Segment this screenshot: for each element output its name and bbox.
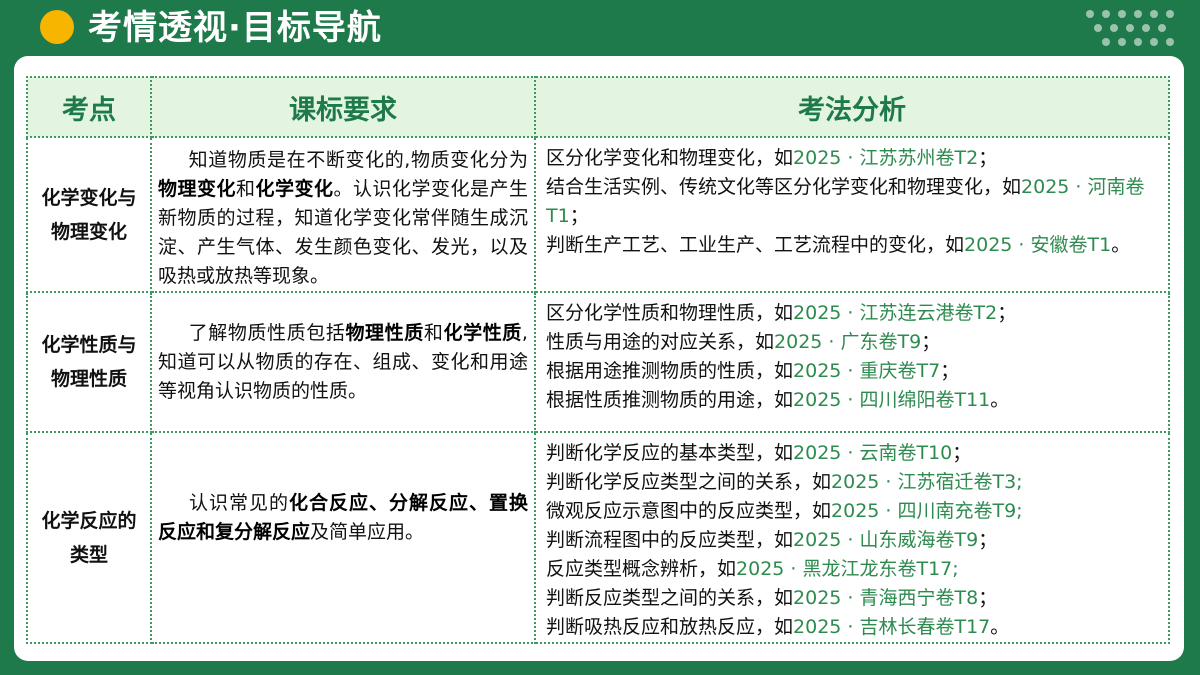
exam-reference: 2025 · 安徽卷T1: [964, 234, 1112, 256]
topic-label: 化学反应的类型: [41, 509, 137, 566]
requirement-keyword: 化学变化: [255, 178, 334, 200]
analysis-item: 判断化学反应的基本类型，如2025 · 云南卷T10；: [546, 442, 972, 464]
requirement-text: 和: [236, 178, 256, 200]
exam-reference: 2025 · 四川绵阳卷T11: [793, 389, 991, 411]
analysis-item: 判断吸热反应和放热反应，如2025 · 吉林长春卷T17。: [546, 616, 1010, 638]
requirement-text: 了解物质性质包括: [188, 322, 346, 344]
analysis-item: 根据用途推测物质的性质，如2025 · 重庆卷T7；: [546, 360, 960, 382]
requirement-cell: 了解物质性质包括物理性质和化学性质,知道可以从物质的存在、组成、变化和用途等视角…: [150, 291, 536, 433]
table-row: 化学变化与物理变化 知道物质是在不断变化的,物质变化分为物理变化和化学变化。认识…: [26, 136, 1170, 293]
column-header-topic: 考点: [26, 76, 152, 138]
exam-reference: 2025 · 广东卷T9: [774, 331, 922, 353]
exam-reference: 2025 · 江苏苏州卷T2: [793, 147, 979, 169]
analysis-item: 反应类型概念辨析，如2025 · 黑龙江龙东卷T17;: [546, 558, 959, 580]
exam-reference: 2025 · 云南卷T10: [793, 442, 953, 464]
exam-reference: 2025 · 江苏宿迁卷T3;: [831, 471, 1023, 493]
exam-reference: 2025 · 黑龙江龙东卷T17;: [736, 558, 959, 580]
exam-reference: 2025 · 江苏连云港卷T2: [793, 302, 998, 324]
column-header-requirement: 课标要求: [150, 76, 536, 138]
dot-grid-decoration-icon: [1086, 10, 1176, 46]
requirement-keyword: 物理性质: [345, 322, 424, 344]
exam-reference: 2025 · 重庆卷T7: [793, 360, 941, 382]
analysis-item: 结合生活实例、传统文化等区分化学变化和物理变化，如2025 · 河南卷T1；: [546, 176, 1145, 227]
requirement-text: 认识常见的: [188, 491, 289, 514]
analysis-item: 性质与用途的对应关系，如2025 · 广东卷T9；: [546, 331, 941, 353]
analysis-cell: 区分化学变化和物理变化，如2025 · 江苏苏州卷T2； 结合生活实例、传统文化…: [534, 136, 1170, 293]
analysis-item: 微观反应示意图中的反应类型，如2025 · 四川南充卷T9;: [546, 500, 1023, 522]
requirement-text: 和: [423, 322, 444, 344]
requirement-cell: 认识常见的化合反应、分解反应、置换反应和复分解反应及简单应用。: [150, 431, 536, 644]
analysis-item: 判断流程图中的反应类型，如2025 · 山东威海卷T9；: [546, 529, 998, 551]
exam-reference: 2025 · 青海西宁卷T8: [793, 587, 979, 609]
requirement-text: 及简单应用。: [310, 520, 425, 543]
exam-reference: 2025 · 山东威海卷T9: [793, 529, 979, 551]
analysis-item: 根据性质推测物质的用途，如2025 · 四川绵阳卷T11。: [546, 389, 1010, 411]
topic-label: 化学变化与物理变化: [41, 186, 137, 243]
exam-reference: 2025 · 四川南充卷T9;: [831, 500, 1023, 522]
exam-reference: 2025 · 吉林长春卷T17: [793, 616, 991, 638]
analysis-item: 区分化学变化和物理变化，如2025 · 江苏苏州卷T2；: [546, 147, 998, 169]
analysis-cell: 判断化学反应的基本类型，如2025 · 云南卷T10； 判断化学反应类型之间的关…: [534, 431, 1170, 644]
analysis-item: 判断化学反应类型之间的关系，如2025 · 江苏宿迁卷T3;: [546, 471, 1023, 493]
column-header-analysis: 考法分析: [534, 76, 1170, 138]
analysis-item: 区分化学性质和物理性质，如2025 · 江苏连云港卷T2；: [546, 302, 1017, 324]
topic-cell: 化学变化与物理变化: [26, 136, 152, 293]
topic-cell: 化学性质与物理性质: [26, 291, 152, 433]
content-card: 考点 课标要求 考法分析 化学变化与物理变化 知道物质是在不断变化的,物质变化分…: [14, 56, 1184, 661]
analysis-item: 判断生产工艺、工业生产、工艺流程中的变化，如2025 · 安徽卷T1。: [546, 234, 1131, 256]
table-row: 化学反应的类型 认识常见的化合反应、分解反应、置换反应和复分解反应及简单应用。 …: [26, 431, 1170, 644]
requirement-keyword: 化学性质: [443, 322, 522, 344]
topic-cell: 化学反应的类型: [26, 431, 152, 644]
page-title: 考情透视·目标导航: [88, 8, 382, 48]
table-row: 化学性质与物理性质 了解物质性质包括物理性质和化学性质,知道可以从物质的存在、组…: [26, 291, 1170, 433]
analysis-cell: 区分化学性质和物理性质，如2025 · 江苏连云港卷T2； 性质与用途的对应关系…: [534, 291, 1170, 433]
exam-analysis-table: 考点 课标要求 考法分析 化学变化与物理变化 知道物质是在不断变化的,物质变化分…: [26, 76, 1170, 644]
requirement-keyword: 物理变化: [158, 178, 236, 200]
topic-label: 化学性质与物理性质: [41, 334, 137, 390]
analysis-item: 判断反应类型之间的关系，如2025 · 青海西宁卷T8；: [546, 587, 998, 609]
accent-dot-icon: [40, 10, 74, 44]
table-header-row: 考点 课标要求 考法分析: [26, 76, 1170, 138]
requirement-cell: 知道物质是在不断变化的,物质变化分为物理变化和化学变化。认识化学变化是产生新物质…: [150, 136, 536, 293]
requirement-text: 知道物质是在不断变化的,物质变化分为: [188, 149, 528, 171]
page-header: 考情透视·目标导航: [0, 0, 1200, 56]
